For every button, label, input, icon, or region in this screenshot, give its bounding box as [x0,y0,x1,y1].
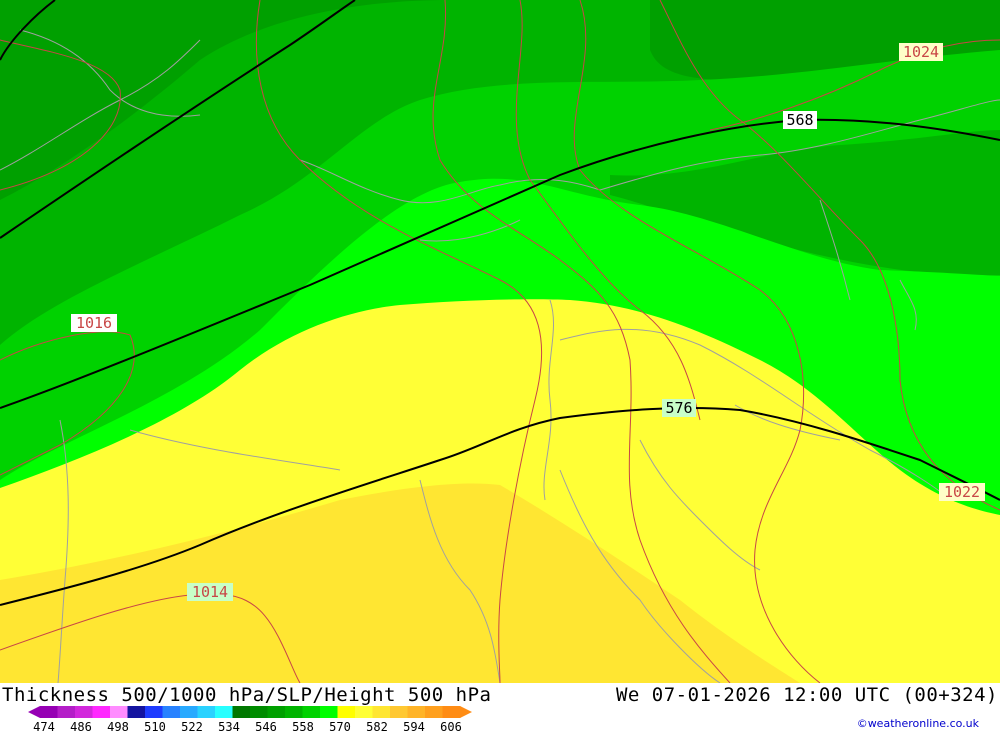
legend-tick-label: 582 [366,720,388,733]
height-label-568-text: 568 [786,111,813,129]
legend-swatch [127,706,146,718]
height-label-568: 568 [783,111,817,129]
legend-swatch [302,706,321,718]
isobar-label-1014-text: 1014 [192,583,228,601]
legend-swatch [162,706,181,718]
legend-swatch [40,706,58,718]
legend-swatch [390,706,408,718]
legend-swatch [145,706,163,718]
legend-tick-label: 534 [218,720,240,733]
legend-swatch [110,706,128,718]
isobar-label-1024: 1024 [899,43,943,61]
legend-swatch [232,706,251,718]
color-legend: 474 486 498 510 522 534 546 558 570 582 594 606 [28,706,472,733]
height-label-576-text: 576 [665,399,692,417]
legend-tick-label: 606 [440,720,462,733]
height-label-576: 576 [662,399,696,417]
isobar-label-1016: 1016 [71,314,117,332]
weather-map: 1024 1016 1022 1014 568 576 [0,0,1000,683]
legend-swatch [442,706,461,718]
legend-tick-label: 594 [403,720,425,733]
legend-swatch [267,706,286,718]
isobar-label-1014: 1014 [187,583,233,601]
isobar-label-1022-text: 1022 [944,483,980,501]
map-title: Thickness 500/1000 hPa/SLP/Height 500 hP… [2,684,492,706]
legend-swatch [407,706,426,718]
legend-swatch [372,706,391,718]
legend-swatch [355,706,373,718]
legend-swatch [197,706,216,718]
legend-swatch [285,706,303,718]
legend-tick-label: 486 [70,720,92,733]
legend-swatch [180,706,198,718]
legend-swatch [92,706,111,718]
legend-swatch [215,706,233,718]
legend-tick-label: 510 [144,720,166,733]
isobar-label-1022: 1022 [939,483,985,501]
legend-swatch [250,706,268,718]
isobar-label-1024-text: 1024 [903,43,939,61]
legend-swatch [337,706,356,718]
isobar-label-1016-text: 1016 [76,314,112,332]
footer: Thickness 500/1000 hPa/SLP/Height 500 hP… [0,683,1000,733]
legend-swatch [320,706,338,718]
legend-swatch [425,706,443,718]
map-valid-time: We 07-01-2026 12:00 UTC (00+324) [615,684,998,706]
legend-arrow-left [28,706,40,718]
legend-swatch [75,706,93,718]
legend-swatch [57,706,76,718]
legend-tick-label: 570 [329,720,351,733]
legend-tick-label: 474 [33,720,55,733]
legend-tick-label: 522 [181,720,203,733]
legend-arrow-right [460,706,472,718]
legend-tick-label: 498 [107,720,129,733]
legend-tick-label: 546 [255,720,277,733]
legend-tick-label: 558 [292,720,314,733]
credit-link[interactable]: ©weatheronline.co.uk [857,717,979,730]
